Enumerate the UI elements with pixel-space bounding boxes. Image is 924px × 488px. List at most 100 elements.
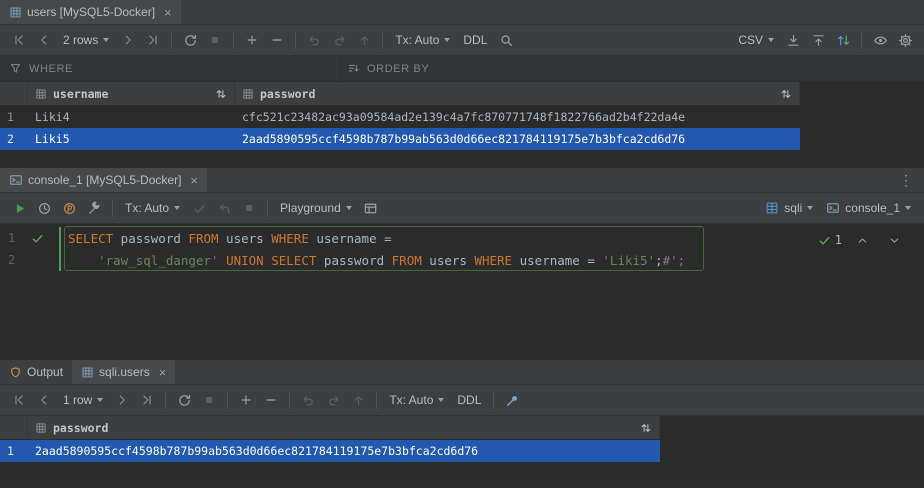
tab-close-icon[interactable]: × [190,174,198,187]
settings-gear-icon[interactable] [893,29,917,51]
playground-dropdown[interactable]: Playground [274,197,358,219]
import-data-icon[interactable] [806,29,830,51]
tx-mode-dropdown[interactable]: Tx: Auto [389,29,456,51]
cell-username[interactable]: Liki4 [28,106,235,128]
sql-token: users [422,253,475,268]
run-success-icon [818,234,831,247]
delete-row-icon[interactable] [259,389,283,411]
revert-changes-icon[interactable] [321,389,345,411]
where-clause-field[interactable]: WHERE [0,56,337,81]
cell-username[interactable]: Liki5 [28,128,235,150]
sql-token: WHERE [271,231,309,246]
next-statement-icon[interactable] [882,229,906,251]
table-row[interactable]: 1 Liki4 cfc521c23482ac93a09584ad2e139c4a… [0,106,800,128]
commit-icon[interactable] [187,197,211,219]
column-header-username[interactable]: username [28,82,235,105]
output-layout-icon[interactable] [359,197,383,219]
undo-icon[interactable] [296,389,320,411]
schema-dropdown[interactable]: sqli [759,197,819,219]
sql-token: #'; [663,253,686,268]
sql-token: ; [655,253,663,268]
statement-success-icon [22,232,52,245]
first-page-icon[interactable] [7,29,31,51]
undo-icon[interactable] [302,29,326,51]
column-header-password[interactable]: password [28,416,660,439]
grid-header-row: password [0,416,660,440]
order-by-field[interactable]: ORDER BY [337,56,924,81]
sort-icon[interactable] [780,88,792,100]
tx-mode-dropdown[interactable]: Tx: Auto [119,197,186,219]
console-icon [9,173,23,187]
sql-code[interactable]: SELECT password FROM users WHERE usernam… [52,231,392,246]
ddl-button[interactable]: DDL [451,389,487,411]
last-page-icon[interactable] [141,29,165,51]
table-row-selected[interactable]: 1 2aad5890595ccf4598b787b99ab563d0d66ec8… [0,440,660,462]
chevron-down-icon [346,206,352,210]
ddl-button[interactable]: DDL [457,29,493,51]
reload-data-icon[interactable] [178,29,202,51]
pin-tab-icon[interactable] [500,389,524,411]
reload-data-icon[interactable] [172,389,196,411]
add-row-icon[interactable] [240,29,264,51]
run-icon[interactable] [7,197,31,219]
sync-icon[interactable] [831,29,855,51]
cell-password[interactable]: 2aad5890595ccf4598b787b99ab563d0d66ec821… [28,440,660,462]
line-number: 1 [0,231,22,245]
revert-changes-icon[interactable] [327,29,351,51]
tab-users-table[interactable]: users [MySQL5-Docker] × [0,0,181,24]
submit-changes-icon[interactable] [346,389,370,411]
tab-console[interactable]: console_1 [MySQL5-Docker] × [0,168,207,192]
first-page-icon[interactable] [7,389,31,411]
sql-editor[interactable]: 1 SELECT password FROM users WHERE usern… [0,224,924,360]
tab-output[interactable]: Output [0,360,72,384]
sql-token: FROM [392,253,422,268]
delete-row-icon[interactable] [265,29,289,51]
previous-page-icon[interactable] [32,389,56,411]
rollback-icon[interactable] [212,197,236,219]
last-page-icon[interactable] [135,389,159,411]
csv-format-dropdown[interactable]: CSV [732,29,780,51]
sort-icon[interactable] [215,88,227,100]
previous-page-icon[interactable] [32,29,56,51]
next-page-icon[interactable] [116,29,140,51]
sql-token: 'Liki5' [602,253,655,268]
table-row-selected[interactable]: 2 Liki5 2aad5890595ccf4598b787b99ab563d0… [0,128,800,150]
database-table-icon [765,201,779,215]
chevron-down-icon [97,398,103,402]
wrench-icon[interactable] [82,197,106,219]
submit-changes-icon[interactable] [352,29,376,51]
eye-icon[interactable] [868,29,892,51]
next-page-icon[interactable] [110,389,134,411]
toolbar-separator [382,32,383,49]
add-row-icon[interactable] [234,389,258,411]
export-data-icon[interactable] [781,29,805,51]
toolbar-separator [376,392,377,409]
column-label: username [53,87,108,101]
tab-result-grid[interactable]: sqli.users × [72,360,175,384]
tab-close-icon[interactable]: × [159,366,167,379]
column-header-password[interactable]: password [235,82,800,105]
executed-statement-count: 1 [835,233,842,247]
sort-icon[interactable] [640,422,652,434]
tab-close-icon[interactable]: × [164,6,172,19]
toolbar-separator [289,392,290,409]
console-dropdown[interactable]: console_1 [820,197,917,219]
more-options-icon[interactable]: ⋮ [888,168,924,192]
sql-code[interactable]: 'raw_sql_danger' UNION SELECT password F… [52,253,685,268]
chevron-down-icon [768,38,774,42]
cell-password[interactable]: cfc521c23482ac93a09584ad2e139c4a7fc87077… [235,106,800,128]
previous-statement-icon[interactable] [850,229,874,251]
query-history-icon[interactable] [32,197,56,219]
search-icon[interactable] [494,29,518,51]
stop-icon[interactable] [237,197,261,219]
page-size-dropdown[interactable]: 2 rows [57,29,115,51]
cell-password[interactable]: 2aad5890595ccf4598b787b99ab563d0d66ec821… [235,128,800,150]
tx-mode-dropdown[interactable]: Tx: Auto [383,389,450,411]
stop-icon[interactable] [197,389,221,411]
profiler-icon[interactable] [57,197,81,219]
column-label: password [260,87,315,101]
grid-empty-space [0,150,924,168]
stop-icon[interactable] [203,29,227,51]
sql-token: SELECT [68,231,113,246]
page-size-dropdown[interactable]: 1 row [57,389,109,411]
